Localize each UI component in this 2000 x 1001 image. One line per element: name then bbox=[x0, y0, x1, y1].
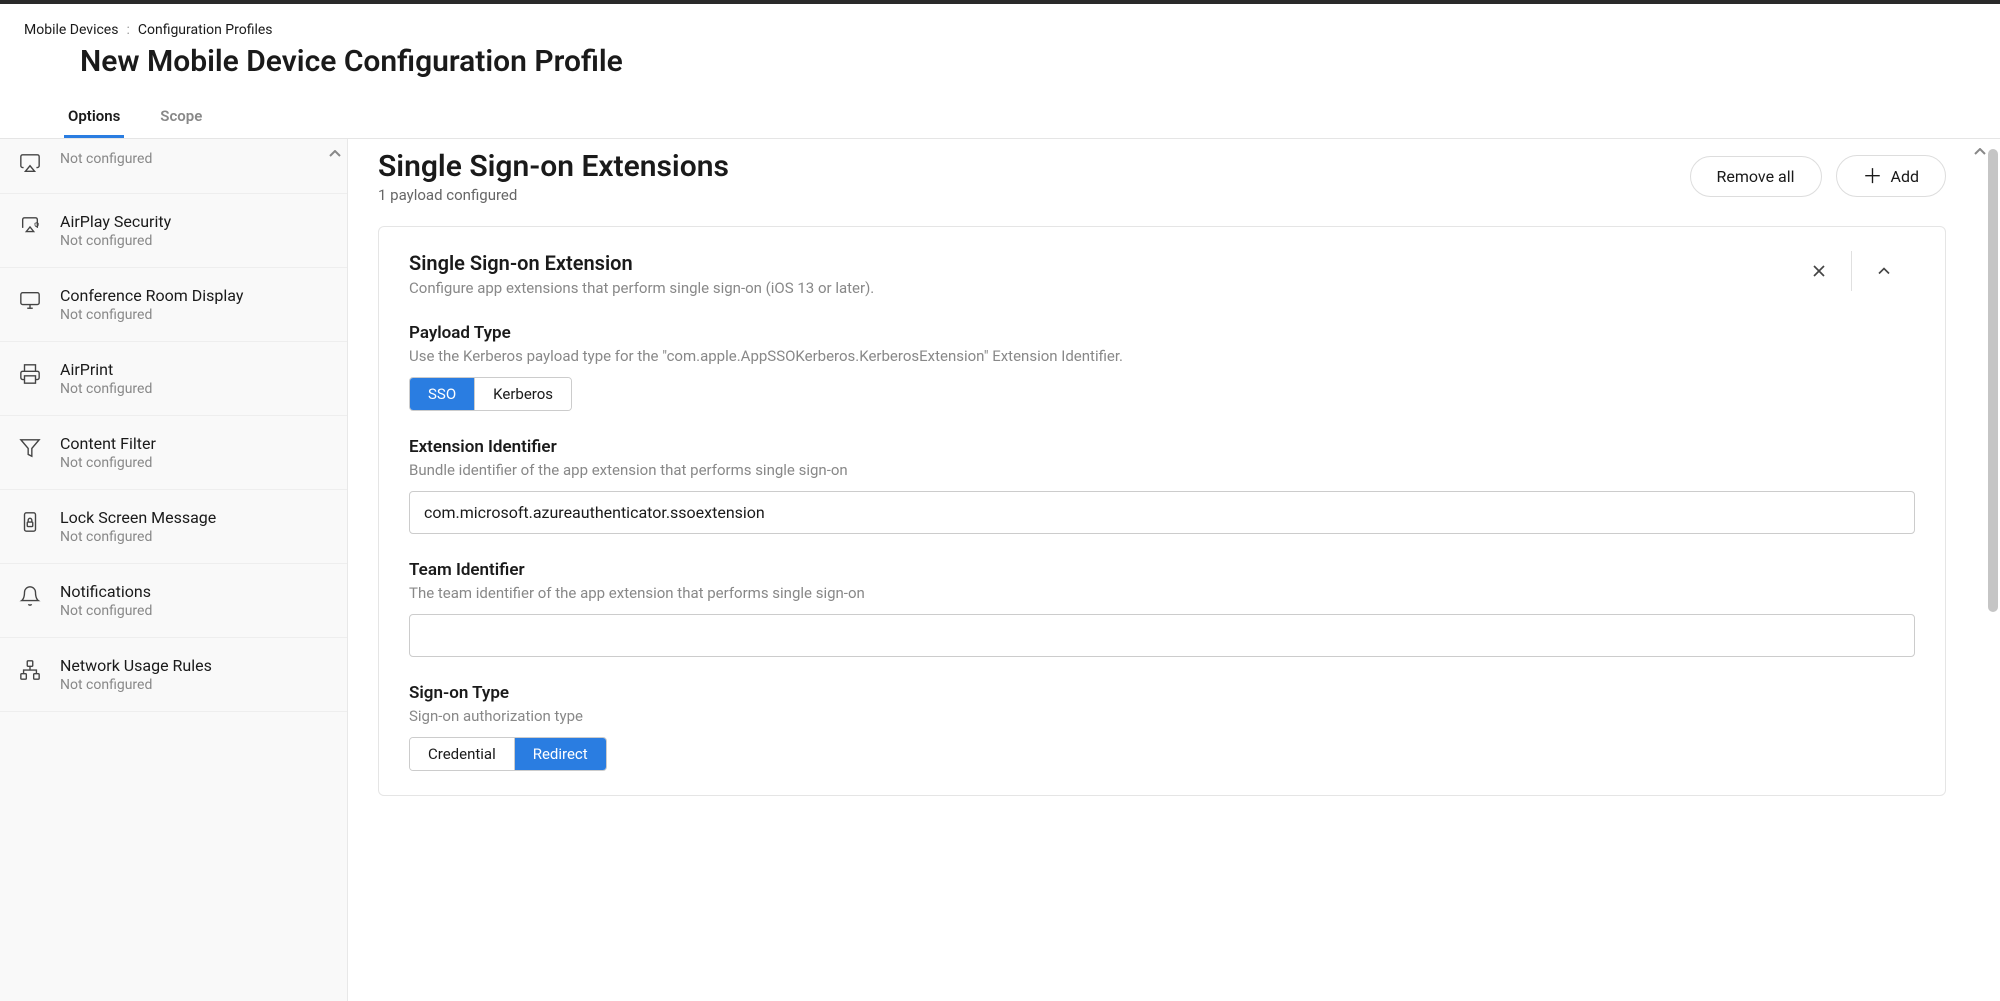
field-team-identifier: Team Identifier The team identifier of t… bbox=[409, 560, 1915, 657]
filter-icon bbox=[18, 436, 42, 460]
extension-id-input[interactable] bbox=[409, 491, 1915, 534]
plus-icon: ＋ bbox=[1863, 166, 1883, 186]
sidebar-item-label: AirPrint bbox=[60, 360, 325, 379]
sidebar-item-label: Network Usage Rules bbox=[60, 656, 325, 675]
scrollbar-thumb[interactable] bbox=[1988, 149, 1998, 612]
sidebar-item-label: Conference Room Display bbox=[60, 286, 325, 305]
page-header: Mobile Devices : Configuration Profiles … bbox=[0, 4, 2000, 139]
chevron-up-icon bbox=[1874, 261, 1894, 281]
close-icon bbox=[1809, 261, 1829, 281]
sidebar-item-airplay-security[interactable]: AirPlay Security Not configured bbox=[0, 194, 347, 268]
field-payload-type: Payload Type Use the Kerberos payload ty… bbox=[409, 323, 1915, 411]
field-extension-identifier: Extension Identifier Bundle identifier o… bbox=[409, 437, 1915, 534]
sidebar-item-status: Not configured bbox=[60, 603, 325, 619]
sidebar-item-lock-screen[interactable]: Lock Screen Message Not configured bbox=[0, 490, 347, 564]
bell-icon bbox=[18, 584, 42, 608]
sidebar-item-status: Not configured bbox=[60, 151, 325, 167]
page-title: New Mobile Device Configuration Profile bbox=[80, 44, 1976, 79]
network-icon bbox=[18, 658, 42, 682]
sidebar-item-label: Lock Screen Message bbox=[60, 508, 325, 527]
team-id-input[interactable] bbox=[409, 614, 1915, 657]
collapse-card-button[interactable] bbox=[1851, 251, 1915, 291]
close-card-button[interactable] bbox=[1787, 251, 1851, 291]
display-icon bbox=[18, 288, 42, 312]
sidebar-item-content-filter[interactable]: Content Filter Not configured bbox=[0, 416, 347, 490]
breadcrumb-config-profiles[interactable]: Configuration Profiles bbox=[138, 22, 273, 38]
team-id-label: Team Identifier bbox=[409, 560, 1915, 580]
sidebar-item-notifications[interactable]: Notifications Not configured bbox=[0, 564, 347, 638]
add-button[interactable]: ＋ Add bbox=[1836, 155, 1946, 197]
sidebar-item-status: Not configured bbox=[60, 381, 325, 397]
sidebar-item-airplay-top[interactable]: Not configured bbox=[0, 139, 347, 194]
sidebar-item-label: AirPlay Security bbox=[60, 212, 325, 231]
sidebar-scroll-up-icon[interactable] bbox=[329, 143, 341, 162]
sidebar-item-label: Content Filter bbox=[60, 434, 325, 453]
signon-type-label: Sign-on Type bbox=[409, 683, 1915, 703]
printer-icon bbox=[18, 362, 42, 386]
sidebar-item-status: Not configured bbox=[60, 529, 325, 545]
phone-lock-icon bbox=[18, 510, 42, 534]
main-content: Single Sign-on Extensions 1 payload conf… bbox=[348, 139, 2000, 1001]
sso-extension-card: Single Sign-on Extension Configure app e… bbox=[378, 226, 1946, 796]
airplay-icon bbox=[18, 151, 42, 175]
signon-type-credential[interactable]: Credential bbox=[410, 738, 515, 770]
tab-scope[interactable]: Scope bbox=[156, 97, 206, 138]
signon-type-segment: Credential Redirect bbox=[409, 737, 607, 771]
payload-type-label: Payload Type bbox=[409, 323, 1915, 343]
payload-type-kerberos[interactable]: Kerberos bbox=[475, 378, 571, 410]
sidebar-item-status: Not configured bbox=[60, 307, 325, 323]
sidebar[interactable]: Not configured AirPlay Security Not conf… bbox=[0, 139, 348, 1001]
sidebar-item-network-rules[interactable]: Network Usage Rules Not configured bbox=[0, 638, 347, 712]
breadcrumb-separator: : bbox=[126, 22, 129, 38]
payload-type-sso[interactable]: SSO bbox=[410, 378, 475, 410]
tab-options[interactable]: Options bbox=[64, 97, 124, 138]
breadcrumb-mobile-devices[interactable]: Mobile Devices bbox=[24, 22, 118, 38]
airplay-shield-icon bbox=[18, 214, 42, 238]
main-scroll-up-icon[interactable] bbox=[1974, 141, 1986, 160]
main-scrollbar[interactable] bbox=[1988, 149, 1998, 991]
remove-all-button[interactable]: Remove all bbox=[1690, 156, 1822, 197]
signon-type-desc: Sign-on authorization type bbox=[409, 707, 1915, 725]
breadcrumb: Mobile Devices : Configuration Profiles bbox=[24, 22, 1976, 38]
sidebar-item-conference-room[interactable]: Conference Room Display Not configured bbox=[0, 268, 347, 342]
sidebar-item-status: Not configured bbox=[60, 677, 325, 693]
sidebar-item-label: Notifications bbox=[60, 582, 325, 601]
team-id-desc: The team identifier of the app extension… bbox=[409, 584, 1915, 602]
tabs: Options Scope bbox=[24, 97, 1976, 138]
card-description: Configure app extensions that perform si… bbox=[409, 279, 874, 297]
card-title: Single Sign-on Extension bbox=[409, 251, 874, 275]
section-subtitle: 1 payload configured bbox=[378, 186, 729, 204]
extension-id-desc: Bundle identifier of the app extension t… bbox=[409, 461, 1915, 479]
extension-id-label: Extension Identifier bbox=[409, 437, 1915, 457]
sidebar-item-airprint[interactable]: AirPrint Not configured bbox=[0, 342, 347, 416]
payload-type-desc: Use the Kerberos payload type for the "c… bbox=[409, 347, 1915, 365]
signon-type-redirect[interactable]: Redirect bbox=[515, 738, 606, 770]
payload-type-segment: SSO Kerberos bbox=[409, 377, 572, 411]
section-title: Single Sign-on Extensions bbox=[378, 149, 729, 184]
sidebar-item-status: Not configured bbox=[60, 455, 325, 471]
field-signon-type: Sign-on Type Sign-on authorization type … bbox=[409, 683, 1915, 771]
sidebar-item-status: Not configured bbox=[60, 233, 325, 249]
add-button-label: Add bbox=[1891, 167, 1919, 186]
